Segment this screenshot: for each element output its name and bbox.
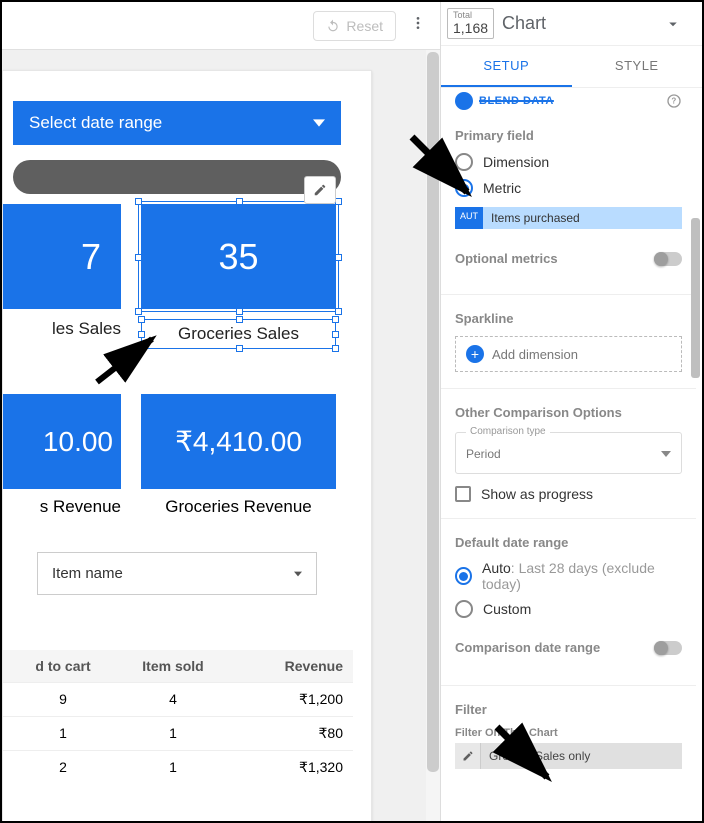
section-filter: Filter <box>455 702 682 717</box>
scorecard-3-value: 10.00 <box>43 426 113 458</box>
chart-type-thumb: Total 1,168 <box>447 8 494 39</box>
chart-type-header[interactable]: Total 1,168 Chart <box>441 2 702 46</box>
grey-control[interactable] <box>13 160 341 194</box>
scorecard-3[interactable]: 10.00 <box>3 394 121 489</box>
radio-icon <box>455 179 473 197</box>
date-range-select[interactable]: Select date range <box>13 101 341 145</box>
item-name-label: Item name <box>52 565 123 582</box>
radio-dimension[interactable]: Dimension <box>455 153 682 171</box>
radio-icon <box>455 600 473 618</box>
section-sparkline: Sparkline <box>455 311 682 326</box>
add-dimension-button[interactable]: + Add dimension <box>455 336 682 372</box>
panel-tabs: SETUP STYLE <box>441 46 702 88</box>
filter-chip-label: Grocery Sales only <box>481 749 682 763</box>
blend-data-row[interactable]: BLEND DATA ? <box>455 92 682 110</box>
caret-down-icon <box>661 449 671 459</box>
comparison-value: Period <box>466 447 501 461</box>
scorecard-1-value: 7 <box>81 236 101 278</box>
radio-auto-date[interactable]: Auto: Last 28 days (exclude today) <box>455 560 682 592</box>
tab-style[interactable]: STYLE <box>572 46 703 87</box>
radio-metric[interactable]: Metric <box>455 179 682 197</box>
reset-button[interactable]: Reset <box>313 11 396 41</box>
pencil-icon <box>313 183 327 197</box>
section-comparison-date-range: Comparison date range <box>455 640 600 655</box>
radio-icon <box>455 567 472 585</box>
section-comparison: Other Comparison Options <box>455 405 682 420</box>
plus-icon: + <box>466 345 484 363</box>
scorecard-4-label: Groceries Revenue <box>141 497 336 517</box>
setup-scroll[interactable]: BLEND DATA ? Primary field Dimension Met… <box>441 88 702 821</box>
scrollbar-thumb[interactable] <box>691 218 700 378</box>
scorecard-2-value: 35 <box>218 236 258 278</box>
col-revenue: Revenue <box>233 658 343 674</box>
properties-panel: Total 1,168 Chart SETUP STYLE BLEND DATA… <box>440 2 702 821</box>
table-row[interactable]: 2 1 ₹1,320 <box>3 750 353 784</box>
scorecard-2-label[interactable]: Groceries Sales <box>141 319 336 349</box>
thumb-value: 1,168 <box>453 21 488 36</box>
report-canvas: Reset Select date range 7 les Sales <box>2 2 440 821</box>
scorecard-3-label: s Revenue <box>3 497 121 517</box>
chevron-down-icon <box>664 15 682 33</box>
filter-on-label: Filter On This Chart <box>455 727 682 739</box>
table-header: d to cart Item sold Revenue <box>3 650 353 682</box>
panel-title: Chart <box>502 13 656 34</box>
scorecard-1[interactable]: 7 <box>3 204 121 309</box>
scorecard-4-value: ₹4,410.00 <box>175 425 302 458</box>
field-name: Items purchased <box>483 207 588 229</box>
comparison-legend: Comparison type <box>466 426 550 437</box>
radio-icon <box>455 153 473 171</box>
reset-label: Reset <box>346 18 383 34</box>
comparison-type-select[interactable]: Comparison type Period <box>455 432 682 474</box>
scrollbar-thumb[interactable] <box>427 52 439 772</box>
scorecard-2[interactable]: 35 <box>141 204 336 309</box>
tab-setup[interactable]: SETUP <box>441 46 572 87</box>
item-name-dropdown[interactable]: Item name <box>37 552 317 595</box>
edit-card-button[interactable] <box>304 176 336 204</box>
col-sold: Item sold <box>113 658 233 674</box>
report-page: Select date range 7 les Sales 35 <box>2 70 372 821</box>
metric-field-chip[interactable]: AUT Items purchased <box>455 207 682 229</box>
panel-scrollbar[interactable] <box>689 88 702 821</box>
canvas-scrollbar[interactable] <box>426 50 440 821</box>
caret-down-icon <box>294 570 302 578</box>
checkbox-icon <box>455 486 471 502</box>
show-progress-checkbox[interactable]: Show as progress <box>455 486 682 502</box>
table-row[interactable]: 9 4 ₹1,200 <box>3 682 353 716</box>
caret-down-icon <box>313 117 325 129</box>
col-cart: d to cart <box>13 658 113 674</box>
section-default-date-range: Default date range <box>455 535 682 550</box>
scorecard-4[interactable]: ₹4,410.00 <box>141 394 336 489</box>
radio-custom-date[interactable]: Custom <box>455 600 682 618</box>
help-icon[interactable]: ? <box>666 93 682 109</box>
comparison-date-toggle[interactable] <box>654 641 682 655</box>
section-optional-metrics: Optional metrics <box>455 251 558 266</box>
top-toolbar: Reset <box>2 2 440 50</box>
field-type-tag: AUT <box>455 207 483 229</box>
filter-chip[interactable]: Grocery Sales only <box>455 743 682 769</box>
optional-metrics-toggle[interactable] <box>654 252 682 266</box>
scorecard-1-label: les Sales <box>3 319 121 339</box>
data-table[interactable]: d to cart Item sold Revenue 9 4 ₹1,200 1… <box>3 650 353 784</box>
section-primary-field: Primary field <box>455 128 682 143</box>
table-row[interactable]: 1 1 ₹80 <box>3 716 353 750</box>
blend-icon <box>455 92 473 110</box>
report-area[interactable]: Select date range 7 les Sales 35 <box>2 50 440 821</box>
date-range-label: Select date range <box>29 113 162 133</box>
undo-icon <box>326 19 340 33</box>
more-icon[interactable] <box>406 11 430 40</box>
svg-text:?: ? <box>671 97 676 106</box>
pencil-icon <box>455 743 481 769</box>
